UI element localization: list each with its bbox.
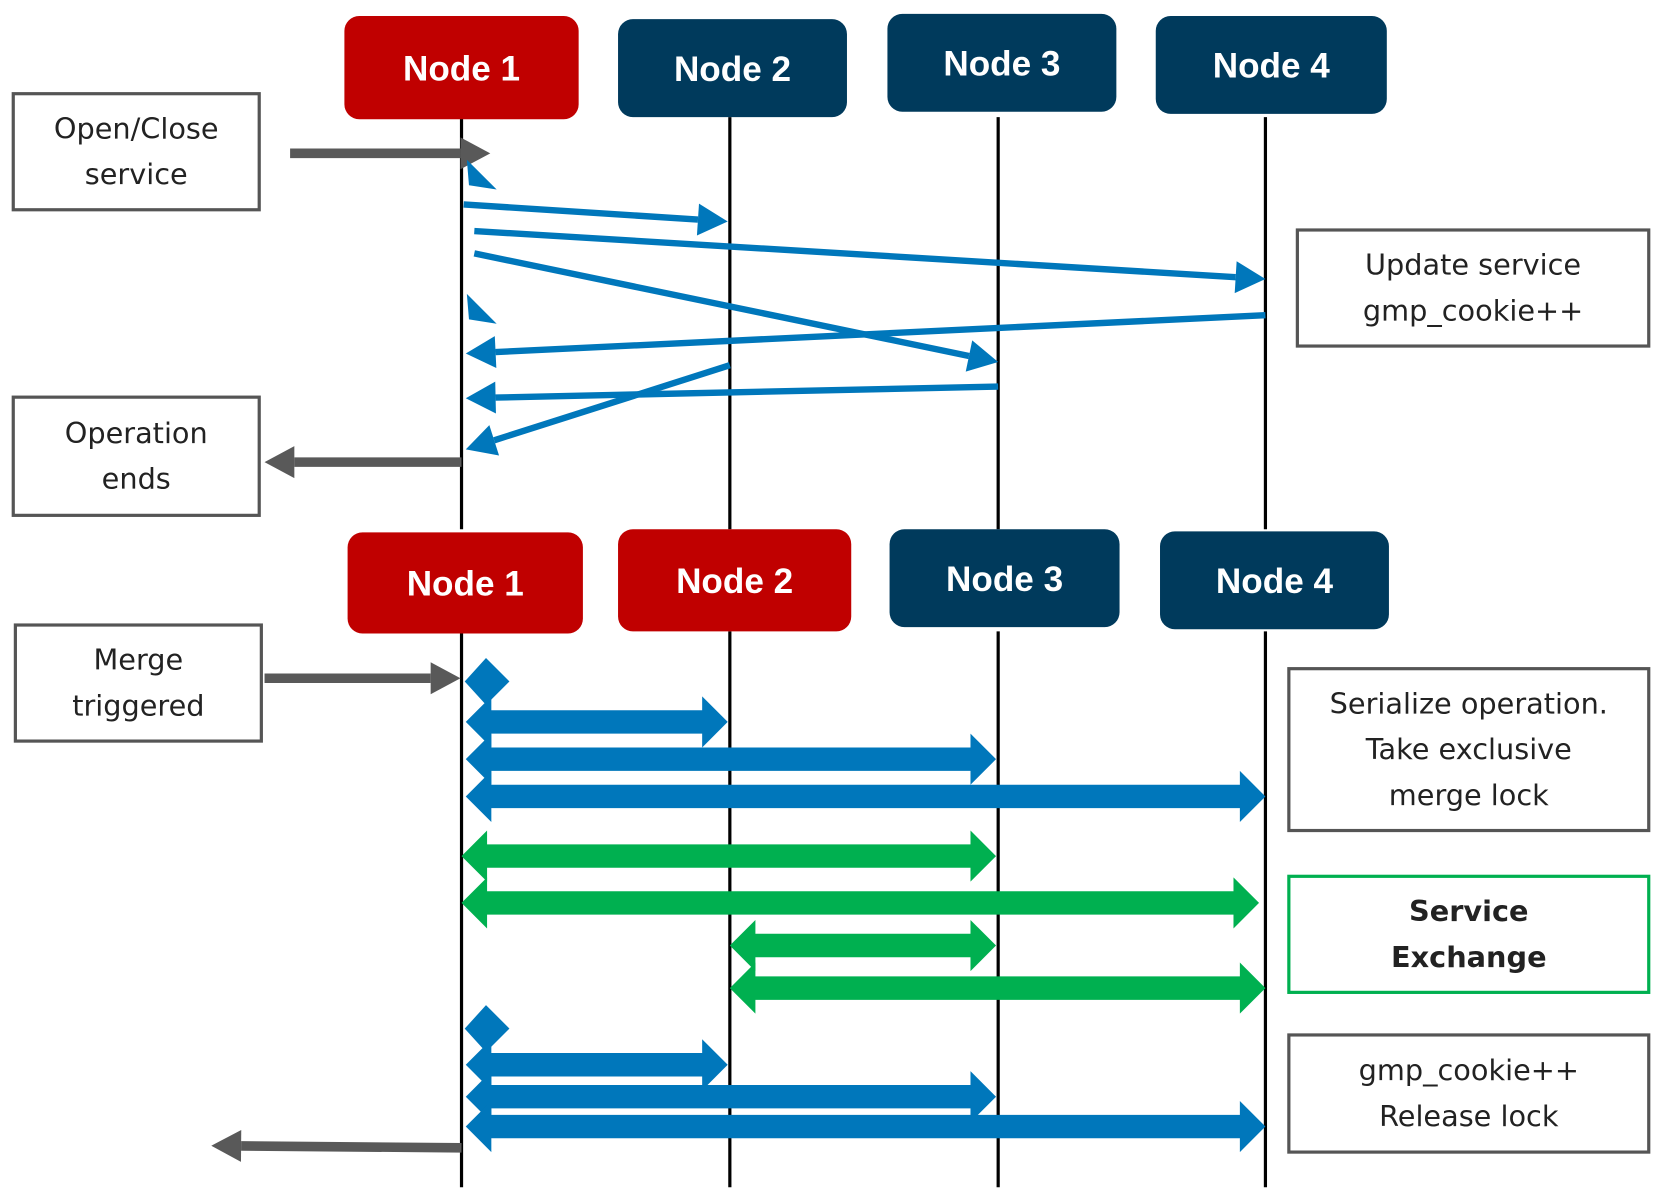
top-node-1: Node 1 [344, 15, 579, 120]
note-service-exchange: Service Exchange [1287, 874, 1651, 994]
arrow-node3-to-node1 [465, 381, 999, 414]
arrow-head [460, 137, 491, 170]
ack-marker [466, 293, 497, 324]
arrow-head [965, 340, 999, 372]
note-text: gmp_cookie++ [1363, 293, 1583, 327]
top-node-4: Node 4 [1155, 15, 1387, 114]
sequence-diagram: Node 1 Node 2 Node 3 Node 4 Node 1 Node 2 Node… [11, 13, 1651, 1188]
arrow-shaft [241, 1141, 462, 1153]
arrow-node4-to-node1 [465, 311, 1266, 369]
bottom-node-3: Node 3 [889, 529, 1120, 628]
arrow-shaft [474, 227, 1236, 281]
arrow-merge-ends [211, 1129, 462, 1162]
node-label: Node 1 [407, 565, 524, 604]
arrow-head [264, 446, 295, 479]
node-label: Node 3 [946, 560, 1063, 599]
note-text: Open/Close [54, 111, 219, 145]
note-release-lock: gmp_cookie++ Release lock [1287, 1033, 1651, 1154]
arrow-node1-node2-release [465, 1039, 728, 1091]
node-label: Node 4 [1216, 562, 1334, 601]
note-serialize-operation: Serialize operation. Take exclusive merge … [1287, 667, 1651, 833]
arrow-operation-ends [264, 446, 462, 479]
arrow-head [465, 381, 496, 414]
note-text: gmp_cookie++ [1359, 1053, 1579, 1087]
arrow-node2-node3-exchange [729, 919, 997, 972]
note-text: Exchange [1391, 940, 1547, 974]
node-label: Node 3 [943, 45, 1060, 84]
bottom-node-1: Node 1 [347, 532, 583, 634]
note-text: Service [1409, 894, 1528, 928]
arrow-shaft [495, 311, 1266, 356]
arrow-shaft [493, 362, 731, 444]
note-update-service: Update service gmp_cookie++ [1295, 228, 1651, 348]
note-text: Update service [1365, 248, 1581, 282]
arrow-node1-node4-release [465, 1100, 1266, 1153]
note-text: Operation [65, 416, 208, 450]
note-text: Release lock [1379, 1099, 1559, 1133]
arrow-merge-triggered [264, 662, 461, 695]
top-node-3: Node 3 [887, 13, 1117, 112]
arrow-shaft [495, 383, 999, 401]
note-text: ends [102, 462, 171, 496]
note-box [11, 395, 261, 517]
note-text: service [85, 157, 188, 191]
ack-marker [466, 159, 497, 190]
top-node-2: Node 2 [618, 19, 847, 118]
arrow-head [465, 425, 500, 456]
note-text: merge lock [1389, 778, 1549, 812]
note-operation-ends: Operation ends [11, 395, 261, 517]
lock-marker [464, 658, 510, 705]
bottom-node-4: Node 4 [1160, 531, 1389, 630]
arrow-head [211, 1129, 242, 1162]
node-label: Node 1 [403, 49, 520, 88]
arrow-head [430, 662, 461, 695]
arrow-head [465, 336, 497, 369]
arrow-node1-node4-exchange [461, 877, 1260, 929]
note-open-close-service: Open/Close service [11, 92, 261, 212]
arrow-node1-to-node3 [473, 250, 999, 372]
note-text: triggered [72, 689, 204, 723]
node-label: Node 4 [1213, 47, 1331, 86]
node-label: Node 2 [676, 562, 793, 601]
arrow-node1-node2-lock [465, 696, 728, 748]
note-text: Merge [94, 643, 184, 677]
note-text: Serialize operation. [1330, 686, 1608, 720]
note-text: Take exclusive [1365, 732, 1572, 766]
node-label: Node 2 [674, 50, 791, 89]
arrow-node2-to-node1 [465, 362, 731, 456]
arrow-node1-node4-lock [465, 770, 1266, 823]
arrow-shaft [463, 201, 699, 223]
bottom-node-2: Node 2 [618, 529, 852, 632]
arrow-head [696, 203, 728, 236]
note-merge-triggered: Merge triggered [13, 623, 263, 743]
arrow-node1-to-node4 [474, 227, 1266, 294]
arrow-head [1234, 261, 1266, 294]
